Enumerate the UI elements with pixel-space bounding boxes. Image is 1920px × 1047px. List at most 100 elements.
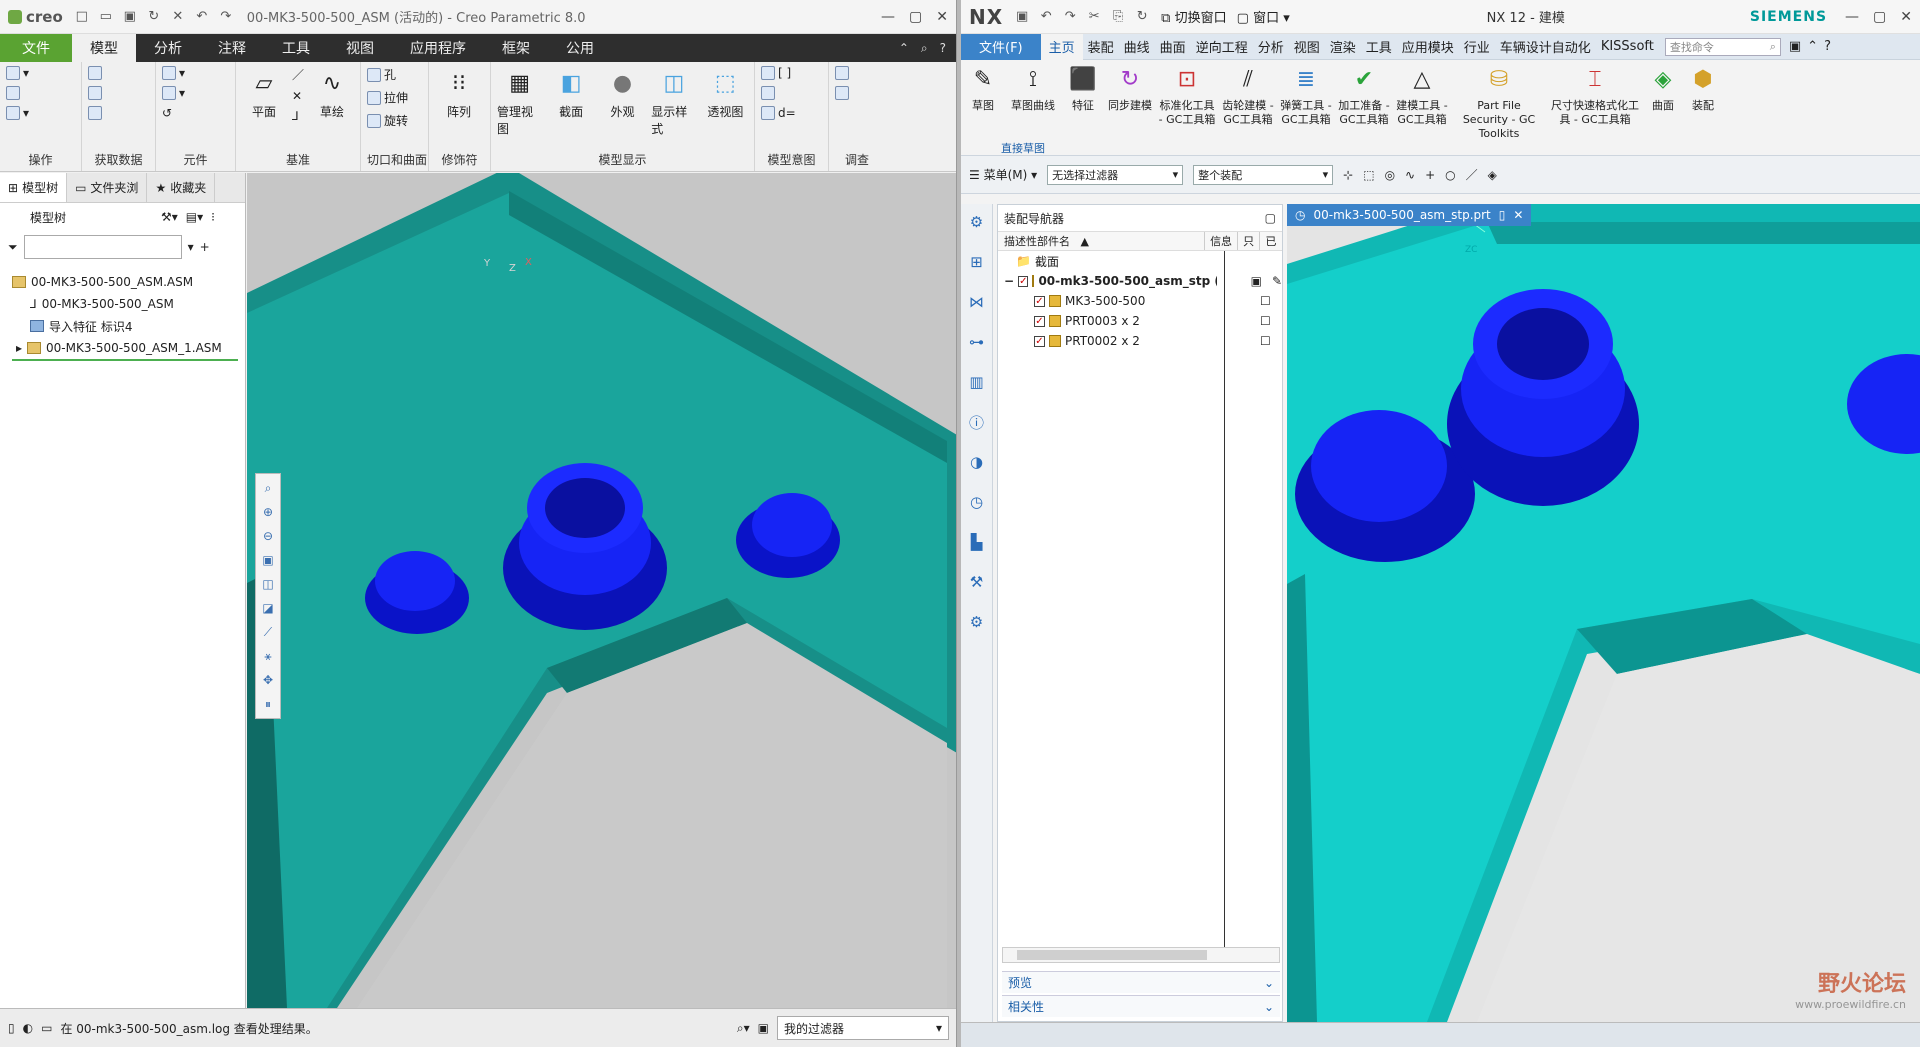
sketch-button[interactable]: ✎ 草图 xyxy=(961,60,1005,155)
help-icon[interactable]: ? xyxy=(1824,39,1831,54)
close-window-icon[interactable]: ✕ xyxy=(169,8,187,26)
assemble-icon[interactable]: ▾ xyxy=(162,66,185,80)
window-menu-button[interactable]: ▢ 窗口 ▾ xyxy=(1237,7,1290,26)
revolve-button[interactable]: 旋转 xyxy=(367,112,408,129)
wrench-icon[interactable]: ⚙ xyxy=(966,610,988,634)
shrinkwrap-icon[interactable] xyxy=(88,106,102,120)
tab-view[interactable]: 视图 xyxy=(1289,37,1325,56)
surface-button[interactable]: ◈ 曲面 xyxy=(1643,60,1683,155)
column-part-name[interactable]: 描述性部件名 ▲ xyxy=(998,232,1206,250)
expand-icon[interactable]: ▸ xyxy=(16,341,22,355)
copy-icon[interactable]: ⎘ xyxy=(1109,8,1127,26)
tab-tools[interactable]: 工具 xyxy=(1361,37,1397,56)
zoom-in-icon[interactable]: ⊕ xyxy=(259,502,277,522)
line-icon[interactable]: ／ xyxy=(1466,166,1478,183)
tab-home[interactable]: 主页 xyxy=(1040,33,1083,60)
plus-icon[interactable]: + xyxy=(1425,168,1435,182)
parameters-icon[interactable] xyxy=(761,86,796,100)
maximize-icon[interactable]: ▢ xyxy=(1873,9,1886,25)
spring-tools-button[interactable]: ≣ 弹簧工具 - GC工具箱 xyxy=(1277,60,1335,155)
saved-views-icon[interactable]: ◫ xyxy=(259,574,277,594)
pause-icon[interactable]: ⏸ xyxy=(259,694,277,714)
refit-icon[interactable]: ⌕ xyxy=(259,478,277,498)
appearance-button[interactable]: ● 外观 xyxy=(600,66,645,120)
cut-icon[interactable]: ✂ xyxy=(1085,8,1103,26)
pin-icon[interactable]: ▯ xyxy=(1499,208,1506,222)
tree-show-icon[interactable]: ▤▾ xyxy=(186,210,203,224)
file-menu[interactable]: 文件 xyxy=(0,34,72,62)
tab-assemblies[interactable]: 装配 xyxy=(1083,37,1119,56)
circle-icon[interactable]: ○ xyxy=(1445,168,1455,182)
tab-common[interactable]: 公用 xyxy=(548,34,612,62)
command-search[interactable]: 查找命令 ⌕ xyxy=(1664,37,1781,56)
tab-view[interactable]: 视图 xyxy=(328,34,392,62)
section-button[interactable]: ◧ 截面 xyxy=(548,66,593,120)
undo-icon[interactable]: ↶ xyxy=(1037,8,1055,26)
spin-center-icon[interactable]: ✥ xyxy=(259,670,277,690)
tab-vehicle-design[interactable]: 车辆设计自动化 xyxy=(1495,37,1596,56)
viewport-tab[interactable]: ◷ 00-mk3-500-500_asm_stp.prt ▯ ✕ xyxy=(1287,204,1532,226)
tab-annotate[interactable]: 注释 xyxy=(200,34,264,62)
sketch-button[interactable]: ∿ 草绘 xyxy=(310,66,354,120)
part-file-security-button[interactable]: ⛁ Part File Security - GC Toolkits xyxy=(1451,60,1547,155)
redo-icon[interactable]: ↷ xyxy=(1061,8,1079,26)
save-icon[interactable]: ▣ xyxy=(121,8,139,26)
visibility-checkbox[interactable]: ✓ xyxy=(1018,275,1029,287)
regenerate-icon[interactable]: ↻ xyxy=(145,8,163,26)
select-icon[interactable]: ⬚ xyxy=(1363,168,1374,182)
family-table-icon[interactable]: d= xyxy=(761,106,796,120)
collapse-icon[interactable]: − xyxy=(1004,274,1014,288)
undo-icon[interactable]: ↶ xyxy=(193,8,211,26)
display-style-button[interactable]: ◫ 显示样式 xyxy=(651,66,696,137)
hole-button[interactable]: 孔 xyxy=(367,66,408,83)
save-icon[interactable]: ▣ xyxy=(1013,8,1031,26)
ribbon-options-icon[interactable]: ▣ xyxy=(1789,39,1801,54)
repeat-icon[interactable]: ↺ xyxy=(162,106,185,120)
tools-icon[interactable]: ⚒ xyxy=(966,570,988,594)
part-navigator-icon[interactable]: ⊶ xyxy=(966,330,988,354)
redo-icon[interactable]: ↷ xyxy=(217,8,235,26)
create-icon[interactable]: ▾ xyxy=(162,86,185,100)
web-browser-icon[interactable]: ◑ xyxy=(966,450,988,474)
tab-render[interactable]: 渲染 xyxy=(1325,37,1361,56)
filter-icon[interactable]: ⏷ xyxy=(8,240,18,255)
tab-reverse-engineering[interactable]: 逆向工程 xyxy=(1191,37,1253,56)
preview-section[interactable]: 预览 ⌄ xyxy=(1002,971,1280,993)
column-modified[interactable]: 已 xyxy=(1260,232,1282,250)
tab-analysis[interactable]: 分析 xyxy=(1253,37,1289,56)
column-read-only[interactable]: 只 xyxy=(1238,232,1261,250)
repeat-icon[interactable]: ↻ xyxy=(1133,8,1151,26)
collapse-ribbon-icon[interactable]: ⌃ xyxy=(1807,39,1818,54)
close-icon[interactable]: ✕ xyxy=(936,9,948,25)
synchronous-modeling-button[interactable]: ↻ 同步建模 xyxy=(1105,60,1155,155)
info-icon[interactable]: ⓘ xyxy=(966,410,988,434)
constraint-navigator-icon[interactable]: ⋈ xyxy=(966,290,988,314)
creo-graphics-area[interactable]: Y Z X ⌕ ⊕ ⊖ ▣ ◫ ◪ ⟋ ⚹ ✥ ⏸ xyxy=(247,173,956,1008)
dimension-format-button[interactable]: ⌶ 尺寸快速格式化工具 - GC工具箱 xyxy=(1547,60,1643,155)
extrude-button[interactable]: 拉伸 xyxy=(367,89,408,106)
snap-icon[interactable]: ⊹ xyxy=(1343,168,1353,182)
curve-icon[interactable]: ∿ xyxy=(1405,168,1415,182)
close-icon[interactable]: ✕ xyxy=(1900,9,1912,25)
close-tab-icon[interactable]: ✕ xyxy=(1513,208,1523,222)
direct-sketch-label[interactable]: 直接草图 xyxy=(1001,140,1045,156)
open-icon[interactable]: ▭ xyxy=(97,8,115,26)
assembly-navigator-icon[interactable]: ⊞ xyxy=(966,250,988,274)
regen-icon[interactable]: ▾ xyxy=(6,66,29,80)
reuse-library-icon[interactable]: ▥ xyxy=(966,370,988,394)
repaint-icon[interactable]: ▣ xyxy=(259,550,277,570)
feature-button[interactable]: ⬛ 特征 xyxy=(1061,60,1105,155)
visibility-checkbox[interactable]: ✓ xyxy=(1034,315,1045,327)
scrollbar-thumb[interactable] xyxy=(1017,950,1207,960)
gear-modeling-button[interactable]: ⫽ 齿轮建模 - GC工具箱 xyxy=(1219,60,1277,155)
column-info[interactable]: 信息 xyxy=(1205,232,1239,250)
nx-graphics-window[interactable]: ◷00-mk3-500-500_asm_stp.prt▯✕ ZC 野火论坛 xyxy=(1287,204,1920,1022)
status-window-icon[interactable]: ▭ xyxy=(41,1021,52,1035)
new-icon[interactable]: □ xyxy=(73,8,91,26)
visibility-checkbox[interactable]: ✓ xyxy=(1034,295,1045,307)
menu-button[interactable]: ☰ 菜单(M) ▾ xyxy=(969,166,1037,183)
dependencies-section[interactable]: 相关性 ⌄ xyxy=(1002,995,1280,1017)
tab-kisssoft[interactable]: KISSsoft xyxy=(1596,39,1659,54)
selection-filter[interactable]: 我的过滤器 ▾ xyxy=(777,1016,949,1040)
tab-model-tree[interactable]: ⊞ 模型树 xyxy=(0,173,68,202)
